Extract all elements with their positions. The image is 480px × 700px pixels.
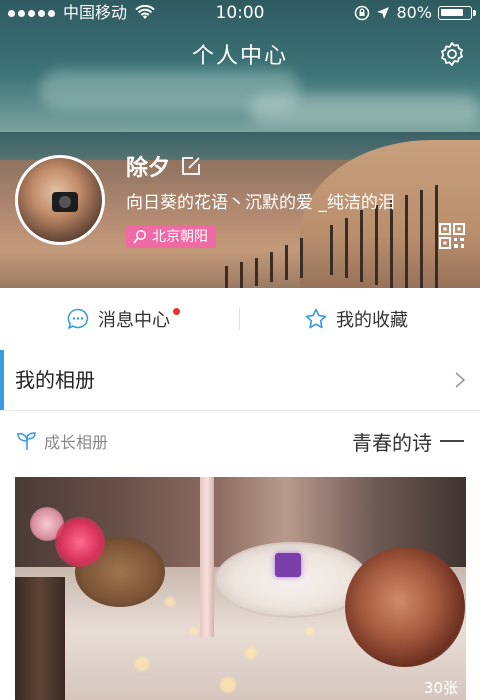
- location-badge: 北京朝阳: [126, 226, 216, 248]
- location-arrow-icon: [377, 7, 390, 19]
- tab-message-center-label: 消息中心: [98, 310, 170, 331]
- qr-code-icon[interactable]: [438, 222, 466, 250]
- section-accent-bar: [0, 350, 4, 410]
- photo-bokeh: [190, 627, 198, 635]
- photo-gift-box: [275, 553, 301, 577]
- battery-icon: [438, 6, 476, 20]
- photo-candle: [200, 477, 214, 637]
- username: 除夕: [126, 156, 171, 181]
- my-album-row[interactable]: 我的相册: [0, 350, 480, 411]
- tab-divider: [239, 308, 240, 330]
- growth-album-tag[interactable]: 成长相册: [16, 410, 108, 472]
- battery-percentage: 80%: [396, 3, 432, 22]
- avatar[interactable]: [15, 155, 105, 245]
- album-cover-photo[interactable]: 30张: [15, 477, 466, 700]
- album-name[interactable]: 青春的诗: [352, 410, 464, 472]
- location-label: 北京朝阳: [152, 229, 208, 245]
- profile-signature: 向日葵的花语丶沉默的爱 _纯洁的泪: [126, 193, 395, 213]
- album-name-label: 青春的诗: [352, 430, 432, 455]
- photo-bokeh: [165, 597, 175, 607]
- chat-bubble-icon: [67, 308, 89, 329]
- unread-indicator: [173, 308, 180, 315]
- gear-icon[interactable]: [438, 40, 466, 68]
- photo-vase: [15, 577, 65, 700]
- background-cloud: [250, 95, 480, 125]
- sprout-icon: [17, 432, 36, 450]
- status-bar: 中国移动 10:00 80%: [0, 0, 480, 26]
- photo-bokeh: [220, 677, 236, 693]
- page-title: 个人中心: [191, 44, 288, 69]
- photo-bokeh: [135, 657, 149, 671]
- photo-bokeh: [305, 627, 314, 636]
- camera-in-photo: [52, 192, 78, 212]
- map-pin-icon: [133, 230, 146, 244]
- growth-album-label: 成长相册: [44, 433, 109, 452]
- chevron-right-icon: [455, 372, 466, 388]
- tab-my-favorites[interactable]: 我的收藏: [304, 288, 408, 350]
- section-title: 我的相册: [15, 368, 95, 392]
- growth-album-header: 成长相册 青春的诗: [0, 410, 480, 476]
- photo-wine-glass: [345, 547, 465, 667]
- profile-tabs: 消息中心 我的收藏: [0, 288, 480, 351]
- star-icon: [305, 308, 327, 329]
- rotation-lock-icon: [355, 5, 370, 21]
- tab-message-center[interactable]: 消息中心: [66, 288, 170, 350]
- photo-flower: [55, 517, 105, 567]
- title-dash: [440, 440, 464, 442]
- profile-header: 中国移动 10:00 80% 个人中心 除夕 向日葵的花语丶沉默的爱 _纯洁的泪…: [0, 0, 480, 288]
- edit-icon[interactable]: [180, 155, 202, 177]
- tab-my-favorites-label: 我的收藏: [336, 310, 408, 331]
- photo-count: 30张: [423, 679, 458, 697]
- photo-bokeh: [245, 647, 257, 659]
